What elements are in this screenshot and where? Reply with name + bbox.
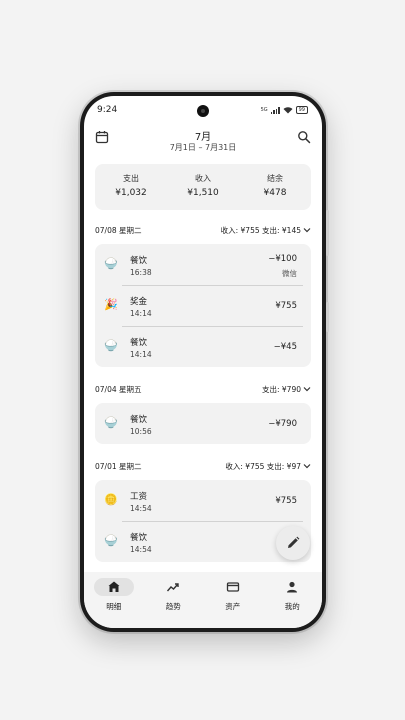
- category-name: 餐饮: [130, 338, 148, 348]
- transaction-time: 14:14: [130, 309, 152, 318]
- summary-balance: 结余 ¥478: [239, 164, 311, 210]
- search-icon[interactable]: [297, 130, 311, 144]
- category-name: 工资: [130, 492, 148, 502]
- chevron-down-icon[interactable]: [303, 385, 311, 393]
- category-name: 餐饮: [130, 415, 148, 425]
- summary-expense: 支出 ¥1,032: [95, 164, 167, 210]
- app-header: 7月 7月1日 – 7月31日: [84, 126, 322, 156]
- day-summary: 收入: ¥755 支出: ¥145: [220, 226, 301, 235]
- transaction-amount: −¥790: [268, 419, 297, 429]
- home-icon: [108, 581, 120, 592]
- day-summary: 收入: ¥755 支出: ¥97: [225, 462, 301, 471]
- phone-frame: 9:24 5G 99 7月 7月1日 – 7月31日 支出 ¥1,032 收入 …: [80, 92, 329, 632]
- transaction-list[interactable]: 07/08 星期二 收入: ¥755 支出: ¥145 🍚 餐饮 16:38 −…: [84, 216, 322, 568]
- day-card: 🍚 餐饮 16:38 −¥100 微信 🎉 奖金 14:14 ¥755 🍚 餐饮…: [95, 244, 311, 367]
- summary-value: ¥478: [263, 188, 287, 198]
- rice-bowl-icon: 🍚: [104, 339, 118, 352]
- day-date: 07/01 星期二: [95, 462, 142, 471]
- transaction-time: 14:14: [130, 350, 152, 359]
- card-icon: [226, 582, 239, 592]
- month-title[interactable]: 7月: [84, 128, 322, 143]
- transaction-time: 10:56: [130, 427, 152, 436]
- month-summary: 支出 ¥1,032 收入 ¥1,510 结余 ¥478: [95, 164, 311, 210]
- pencil-icon: [288, 536, 300, 548]
- rice-bowl-icon: 🍚: [104, 416, 118, 429]
- summary-label: 结余: [267, 174, 283, 183]
- coin-icon: 🪙: [104, 493, 118, 506]
- wifi-icon: [283, 106, 293, 113]
- app-screen: 9:24 5G 99 7月 7月1日 – 7月31日 支出 ¥1,032 收入 …: [84, 96, 322, 628]
- nav-label: 我的: [284, 602, 300, 611]
- category-name: 奖金: [130, 297, 148, 307]
- chevron-down-icon[interactable]: [303, 226, 311, 234]
- person-icon: [287, 581, 298, 593]
- trend-icon: [167, 583, 179, 592]
- nav-icon-pill: [93, 578, 134, 596]
- status-icons: 5G 99: [261, 106, 308, 114]
- transaction-row[interactable]: 🍚 餐饮 14:14 −¥45: [95, 326, 311, 367]
- nav-label: 资产: [225, 602, 241, 611]
- day-header[interactable]: 07/04 星期五 支出: ¥790: [95, 375, 311, 401]
- transaction-time: 14:54: [130, 545, 152, 554]
- day-card: 🍚 餐饮 10:56 −¥790: [95, 403, 311, 444]
- status-time: 9:24: [97, 105, 118, 115]
- nav-item-profile[interactable]: 我的: [263, 572, 323, 628]
- day-header[interactable]: 07/08 星期二 收入: ¥755 支出: ¥145: [95, 216, 311, 242]
- battery-icon: 99: [295, 106, 308, 114]
- nav-icon-pill: [153, 578, 193, 596]
- rice-bowl-icon: 🍚: [104, 257, 118, 270]
- day-summary: 支出: ¥790: [262, 385, 301, 394]
- front-camera: [197, 105, 209, 117]
- category-name: 餐饮: [130, 256, 148, 266]
- bottom-nav: 明细 趋势 资产 我的: [84, 572, 322, 628]
- day-header[interactable]: 07/01 星期二 收入: ¥755 支出: ¥97: [95, 452, 311, 478]
- nav-item-assets[interactable]: 资产: [203, 572, 263, 628]
- day-date: 07/08 星期二: [95, 226, 142, 235]
- chevron-down-icon[interactable]: [303, 462, 311, 470]
- transaction-amount: −¥45: [273, 342, 297, 352]
- nav-label: 趋势: [165, 602, 181, 611]
- transaction-row[interactable]: 🪙 工资 14:54 ¥755: [95, 480, 311, 521]
- party-popper-icon: 🎉: [104, 298, 118, 311]
- date-range: 7月1日 – 7月31日: [169, 143, 237, 152]
- signal-icon: [270, 106, 280, 114]
- summary-income: 收入 ¥1,510: [167, 164, 239, 210]
- summary-value: ¥1,510: [187, 188, 219, 198]
- transaction-row[interactable]: 🍚 餐饮 10:56 −¥790: [95, 403, 311, 444]
- power-button: [326, 302, 329, 332]
- summary-value: ¥1,032: [115, 188, 147, 198]
- summary-label: 收入: [195, 174, 211, 183]
- transaction-amount: ¥755: [275, 496, 297, 506]
- transaction-time: 14:54: [130, 504, 152, 513]
- transaction-row[interactable]: 🎉 奖金 14:14 ¥755: [95, 285, 311, 326]
- rice-bowl-icon: 🍚: [104, 534, 118, 547]
- day-date: 07/04 星期五: [95, 385, 142, 394]
- nav-item-details[interactable]: 明细: [84, 572, 144, 628]
- network-label: 5G: [260, 107, 268, 113]
- nav-icon-pill: [272, 578, 312, 596]
- summary-label: 支出: [123, 174, 139, 183]
- nav-label: 明细: [106, 602, 122, 611]
- transaction-note: 微信: [282, 269, 297, 278]
- transaction-time: 16:38: [130, 268, 152, 277]
- category-name: 餐饮: [130, 533, 148, 543]
- nav-item-trend[interactable]: 趋势: [144, 572, 204, 628]
- transaction-amount: −¥100: [268, 254, 297, 264]
- transaction-amount: ¥755: [275, 301, 297, 311]
- add-record-button[interactable]: [276, 526, 310, 560]
- volume-button: [326, 210, 329, 256]
- status-bar: 9:24 5G 99: [84, 96, 322, 122]
- transaction-row[interactable]: 🍚 餐饮 16:38 −¥100 微信: [95, 244, 311, 285]
- nav-icon-pill: [213, 578, 253, 596]
